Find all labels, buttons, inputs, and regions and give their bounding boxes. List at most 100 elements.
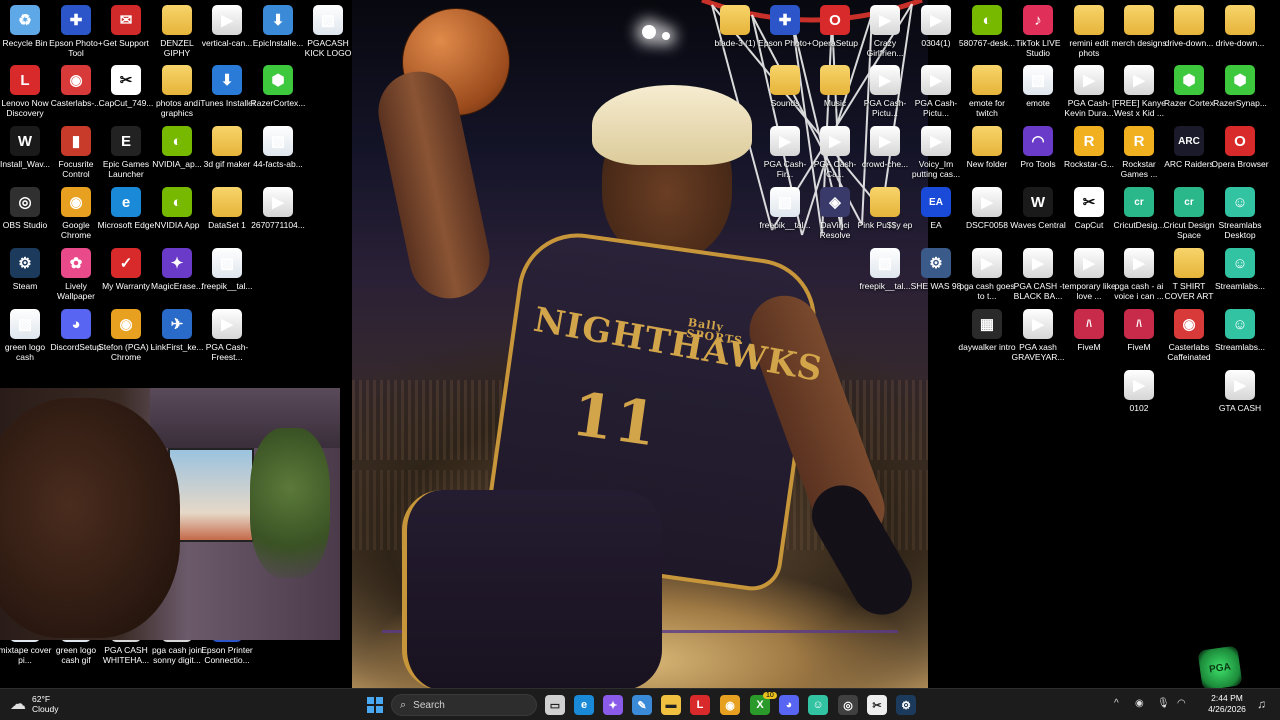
- start-button[interactable]: [365, 695, 385, 715]
- desktop-icon[interactable]: ✂ CapCut: [1064, 187, 1114, 230]
- desktop-icon[interactable]: ▧ freepik__tal...: [759, 187, 811, 230]
- lenovo-icon[interactable]: L: [690, 695, 710, 715]
- desktop-icon[interactable]: ☺ Streamlabs...: [1215, 248, 1265, 291]
- desktop-icon[interactable]: DataSet 1: [202, 187, 252, 230]
- desktop-icon[interactable]: ▦ daywalker intro: [958, 309, 1016, 352]
- desktop-icon[interactable]: ▶ PGA Cash-Pictu...: [911, 65, 961, 118]
- desktop-icon[interactable]: Music: [810, 65, 860, 108]
- desktop-icon[interactable]: R Rockstar Games ...: [1114, 126, 1164, 179]
- desktop-icon[interactable]: Pink Pu$$y ep: [858, 187, 912, 230]
- desktop-icon[interactable]: ▧ emote: [1013, 65, 1063, 108]
- desktop-icon[interactable]: O OperaSetup: [810, 5, 860, 48]
- desktop-icon[interactable]: ▶ PGA Cash-Ca...: [810, 126, 860, 179]
- desktop-icon[interactable]: ▶ DSCF0058: [962, 187, 1012, 230]
- weather-widget[interactable]: ☁ 62°F Cloudy: [10, 694, 58, 714]
- desktop-icon[interactable]: e Microsoft Edge: [98, 187, 154, 230]
- desktop-icon[interactable]: ☺ Streamlabs...: [1215, 309, 1265, 352]
- desktop-icon[interactable]: ◐ NVIDIA App: [152, 187, 202, 230]
- desktop-icon[interactable]: ✚ Epson Photo+: [758, 5, 812, 48]
- task-view-icon[interactable]: ▭: [545, 695, 565, 715]
- edge-icon[interactable]: e: [574, 695, 594, 715]
- desktop-icon[interactable]: ▶ 0304(1): [911, 5, 961, 48]
- desktop-icon[interactable]: ◈ DaVinci Resolve: [810, 187, 860, 240]
- desktop-icon[interactable]: ◉ Casterlabs Caffeinated: [1164, 309, 1214, 362]
- desktop-icon[interactable]: ♻ Recycle Bin: [0, 5, 50, 48]
- streamlabs-icon[interactable]: ☺: [808, 695, 828, 715]
- desktop-icon[interactable]: ◠ Pro Tools: [1013, 126, 1063, 169]
- pen-app-icon[interactable]: ✎: [632, 695, 652, 715]
- discord-icon[interactable]: ◕: [779, 695, 799, 715]
- desktop-icon[interactable]: emote for twitch: [962, 65, 1012, 118]
- desktop-icon[interactable]: ▧ freepik__tal...: [201, 248, 253, 291]
- desktop-icon[interactable]: ARC ARC Raiders: [1164, 126, 1214, 169]
- desktop-icon[interactable]: ▧ PGACASH KICK LOGO: [303, 5, 353, 58]
- desktop-icon[interactable]: /\ FiveM: [1114, 309, 1164, 352]
- desktop-icon[interactable]: ▶ GTA CASH: [1215, 370, 1265, 413]
- desktop-icon[interactable]: ⚙ Steam: [0, 248, 50, 291]
- desktop-icon[interactable]: ✈ LinkFirst_ke...: [151, 309, 203, 352]
- desktop-icon[interactable]: L Lenovo Now Discovery: [0, 65, 50, 118]
- desktop-icon[interactable]: ⬇ EpicInstalle...: [253, 5, 303, 48]
- desktop-icon[interactable]: ▶ PGA Cash-Kevin Dura...: [1064, 65, 1114, 118]
- desktop-icon[interactable]: DENZEL GIPHY: [152, 5, 202, 58]
- desktop-icon[interactable]: Sounds: [760, 65, 810, 108]
- desktop-icon[interactable]: ▮ Focusrite Control: [51, 126, 101, 179]
- desktop-icon[interactable]: ▶ crowd-che...: [860, 126, 910, 169]
- desktop-icon[interactable]: cr Cricut Design Space: [1163, 187, 1215, 240]
- steam-icon[interactable]: ⚙: [896, 695, 916, 715]
- desktop-icon[interactable]: ◐ 580767-desk...: [959, 5, 1015, 48]
- desktop-icon[interactable]: cr CricutDesig...: [1113, 187, 1165, 230]
- desktop-icon[interactable]: ▶ vertical-can...: [202, 5, 252, 48]
- notification-bell-icon[interactable]: ♫: [1257, 697, 1266, 711]
- desktop-icon[interactable]: ⬢ RazerSynap...: [1213, 65, 1267, 108]
- desktop-icon[interactable]: ◉ Casterlabs-...: [51, 65, 101, 108]
- desktop-icon[interactable]: New folder: [962, 126, 1012, 169]
- desktop-icon[interactable]: photos and graphics: [152, 65, 202, 118]
- wifi-icon[interactable]: ◠: [1177, 698, 1186, 709]
- casterlabs-tray-icon[interactable]: ◉: [1135, 698, 1144, 709]
- desktop-icon[interactable]: ⬢ RazerCortex...: [251, 65, 305, 108]
- desktop-icon[interactable]: ◐ NVIDIA_ap...: [152, 126, 202, 169]
- desktop-icon[interactable]: 3d gif maker: [202, 126, 252, 169]
- desktop-icon[interactable]: ▶ 0102: [1114, 370, 1164, 413]
- clock[interactable]: 2:44 PM 4/26/2026: [1203, 693, 1251, 715]
- desktop-icon[interactable]: W Install_Wav...: [0, 126, 50, 169]
- desktop-icon[interactable]: ⬇ iTunes Installer: [198, 65, 256, 108]
- desktop-icon[interactable]: O Opera Browser: [1211, 126, 1269, 169]
- desktop-icon[interactable]: ▶ pga cash goes to t...: [959, 248, 1015, 301]
- search-input[interactable]: ⌕ Search: [391, 694, 537, 716]
- desktop-icon[interactable]: remini edit phots: [1064, 5, 1114, 58]
- desktop-icon[interactable]: ✉ Get Support: [101, 5, 151, 48]
- desktop-icon[interactable]: ▶ temporary like love ...: [1062, 248, 1116, 301]
- desktop-icon[interactable]: ▶ pga cash - ai voice i can ...: [1114, 248, 1164, 301]
- desktop-icon[interactable]: ▶ Crazy Girlfrien...: [860, 5, 910, 58]
- desktop-icon[interactable]: ✦ MagicErase...: [151, 248, 203, 291]
- desktop-icon[interactable]: ✿ Lively Wallpaper: [51, 248, 101, 301]
- desktop-icon[interactable]: ▧ freepik__tal...: [859, 248, 911, 291]
- desktop-icon[interactable]: /\ FiveM: [1064, 309, 1114, 352]
- desktop-icon[interactable]: ♪ TikTok LIVE Studio: [1013, 5, 1063, 58]
- desktop-icon[interactable]: ▶ PGA Cash-Pictu...: [860, 65, 910, 118]
- desktop-icon[interactable]: T SHIRT COVER ART: [1164, 248, 1214, 301]
- desktop-icon[interactable]: merch designs: [1111, 5, 1167, 48]
- desktop-icon[interactable]: ▶ Voicy_Im putting cas...: [911, 126, 961, 179]
- desktop-icon[interactable]: ◕ DiscordSetup: [50, 309, 102, 352]
- desktop-icon[interactable]: ▧ green logo cash: [0, 309, 50, 362]
- desktop-icon[interactable]: ▧ 44-facts-ab...: [253, 126, 303, 169]
- chrome-icon[interactable]: ◉: [720, 695, 740, 715]
- desktop-icon[interactable]: ▶ PGA CASH - BLACK BA...: [1013, 248, 1063, 301]
- desktop-icon[interactable]: ✓ My Warranty: [101, 248, 151, 291]
- desktop-icon[interactable]: ☺ Streamlabs Desktop: [1215, 187, 1265, 240]
- desktop-icon[interactable]: ⬢ Razer Cortex: [1164, 65, 1214, 108]
- desktop-icon[interactable]: ◉ Google Chrome: [51, 187, 101, 240]
- obs-icon[interactable]: ◎: [838, 695, 858, 715]
- desktop-icon[interactable]: ▶ PGA Cash-Freest...: [202, 309, 252, 362]
- microphone-icon[interactable]: 🎙: [1157, 698, 1170, 709]
- desktop-icon[interactable]: drive-down...: [1215, 5, 1265, 48]
- desktop-icon[interactable]: ⚙ SHE WAS 98: [911, 248, 961, 291]
- desktop-icon[interactable]: ▶ 2670771104...: [251, 187, 305, 230]
- desktop-icon[interactable]: drive-down...: [1164, 5, 1214, 48]
- desktop-icon[interactable]: W Waves Central: [1010, 187, 1066, 230]
- chevron-up-icon[interactable]: ^: [1114, 698, 1119, 709]
- desktop-icon[interactable]: blade-3 (1): [710, 5, 760, 48]
